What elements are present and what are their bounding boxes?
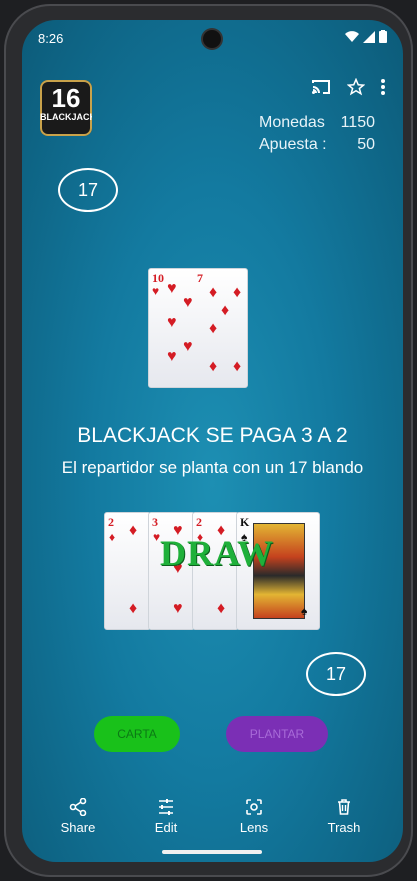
diamond-pip: ♦ [233, 284, 242, 301]
star-icon[interactable] [347, 78, 365, 96]
share-label: Share [60, 820, 96, 835]
diamond-pip: ♦ [129, 600, 138, 617]
spade-pip: ♠ [301, 604, 308, 618]
home-indicator[interactable] [162, 850, 262, 854]
payout-headline: BLACKJACK SE PAGA 3 A 2 [77, 424, 348, 447]
diamond-icon: ♦ [109, 530, 116, 544]
monedas-value: 1150 [340, 114, 375, 131]
edit-action[interactable]: Edit [131, 798, 201, 835]
stand-button[interactable]: PLANTAR [226, 716, 328, 752]
status-bar: 8:26 [22, 20, 403, 56]
toolbar-icons [311, 78, 385, 96]
player-score: 17 [306, 652, 366, 696]
signal-icon [363, 30, 375, 43]
dealer-rule: El repartidor se planta con un 17 blando [61, 458, 364, 477]
monedas-label: Monedas [259, 114, 325, 131]
heart-pip: ♥ [173, 600, 183, 617]
logo-text: BLACKJACK [40, 112, 92, 122]
diamond-pip: ♦ [217, 600, 226, 617]
lens-label: Lens [239, 820, 269, 835]
result-label: DRAW [160, 533, 275, 573]
status-time: 8:26 [38, 31, 64, 46]
diamond-pip: ♦ [221, 302, 230, 319]
app-logo: 16 BLACKJACK [40, 80, 92, 136]
phone-frame: 8:26 16 BLACKJACK Monedas 1150 Apuesta : 5… [4, 4, 413, 877]
bottom-nav: Share Edit Lens Trash [22, 788, 403, 862]
diamond-pip: ♦ [233, 358, 242, 375]
balance-panel: Monedas 1150 Apuesta : 50 [259, 112, 375, 156]
cast-icon[interactable] [311, 79, 331, 95]
dealer-card: 10 ♥ ♥ ♥ ♥ ♥ ♥ 7 ♦ ♦ ♦ ♦ ♦ ♦ [148, 268, 248, 388]
diamond-pip: ♦ [209, 358, 218, 375]
heart-pip: ♥ [183, 294, 193, 311]
diamond-pip: ♦ [209, 284, 218, 301]
dealer-card2-rank: 7 [197, 271, 203, 285]
system-icons [345, 30, 387, 43]
tune-icon [159, 799, 173, 815]
player-card-4-rank: K [240, 515, 250, 529]
player-card-1: 2 ♦ ♦ ♦ [104, 512, 151, 630]
heart-icon: ♥ [152, 284, 160, 298]
more-vert-icon[interactable] [381, 79, 385, 95]
apuesta-label: Apuesta : [259, 136, 327, 153]
share-icon [69, 798, 87, 816]
top-bar: 16 BLACKJACK Monedas 1150 Apuesta : 50 [22, 64, 403, 153]
front-camera [203, 30, 221, 48]
diamond-pip: ♦ [129, 522, 138, 539]
share-action[interactable]: Share [43, 798, 113, 835]
player-card-2-rank: 3 [152, 515, 158, 529]
heart-pip: ♥ [167, 314, 177, 331]
trash-icon [338, 799, 350, 815]
wifi-icon [345, 30, 359, 42]
apuesta-value: 50 [357, 136, 375, 153]
diamond-pip: ♦ [209, 320, 218, 337]
player-card-3-rank: 2 [196, 515, 202, 529]
lens-icon [246, 799, 262, 815]
edit-label: Edit [154, 820, 178, 835]
logo-number: 16 [51, 83, 81, 113]
trash-action[interactable]: Trash [309, 798, 379, 835]
battery-icon [379, 30, 387, 43]
lens-action[interactable]: Lens [219, 798, 289, 835]
heart-pip: ♥ [183, 338, 193, 355]
dealer-score: 17 [58, 168, 118, 212]
heart-pip: ♥ [167, 348, 177, 365]
trash-label: Trash [327, 820, 361, 835]
heart-pip: ♥ [167, 280, 177, 297]
hit-button[interactable]: CARTA [94, 716, 180, 752]
player-card-1-rank: 2 [108, 515, 114, 529]
app-screen: 8:26 16 BLACKJACK Monedas 1150 Apuesta : 5… [22, 20, 403, 862]
